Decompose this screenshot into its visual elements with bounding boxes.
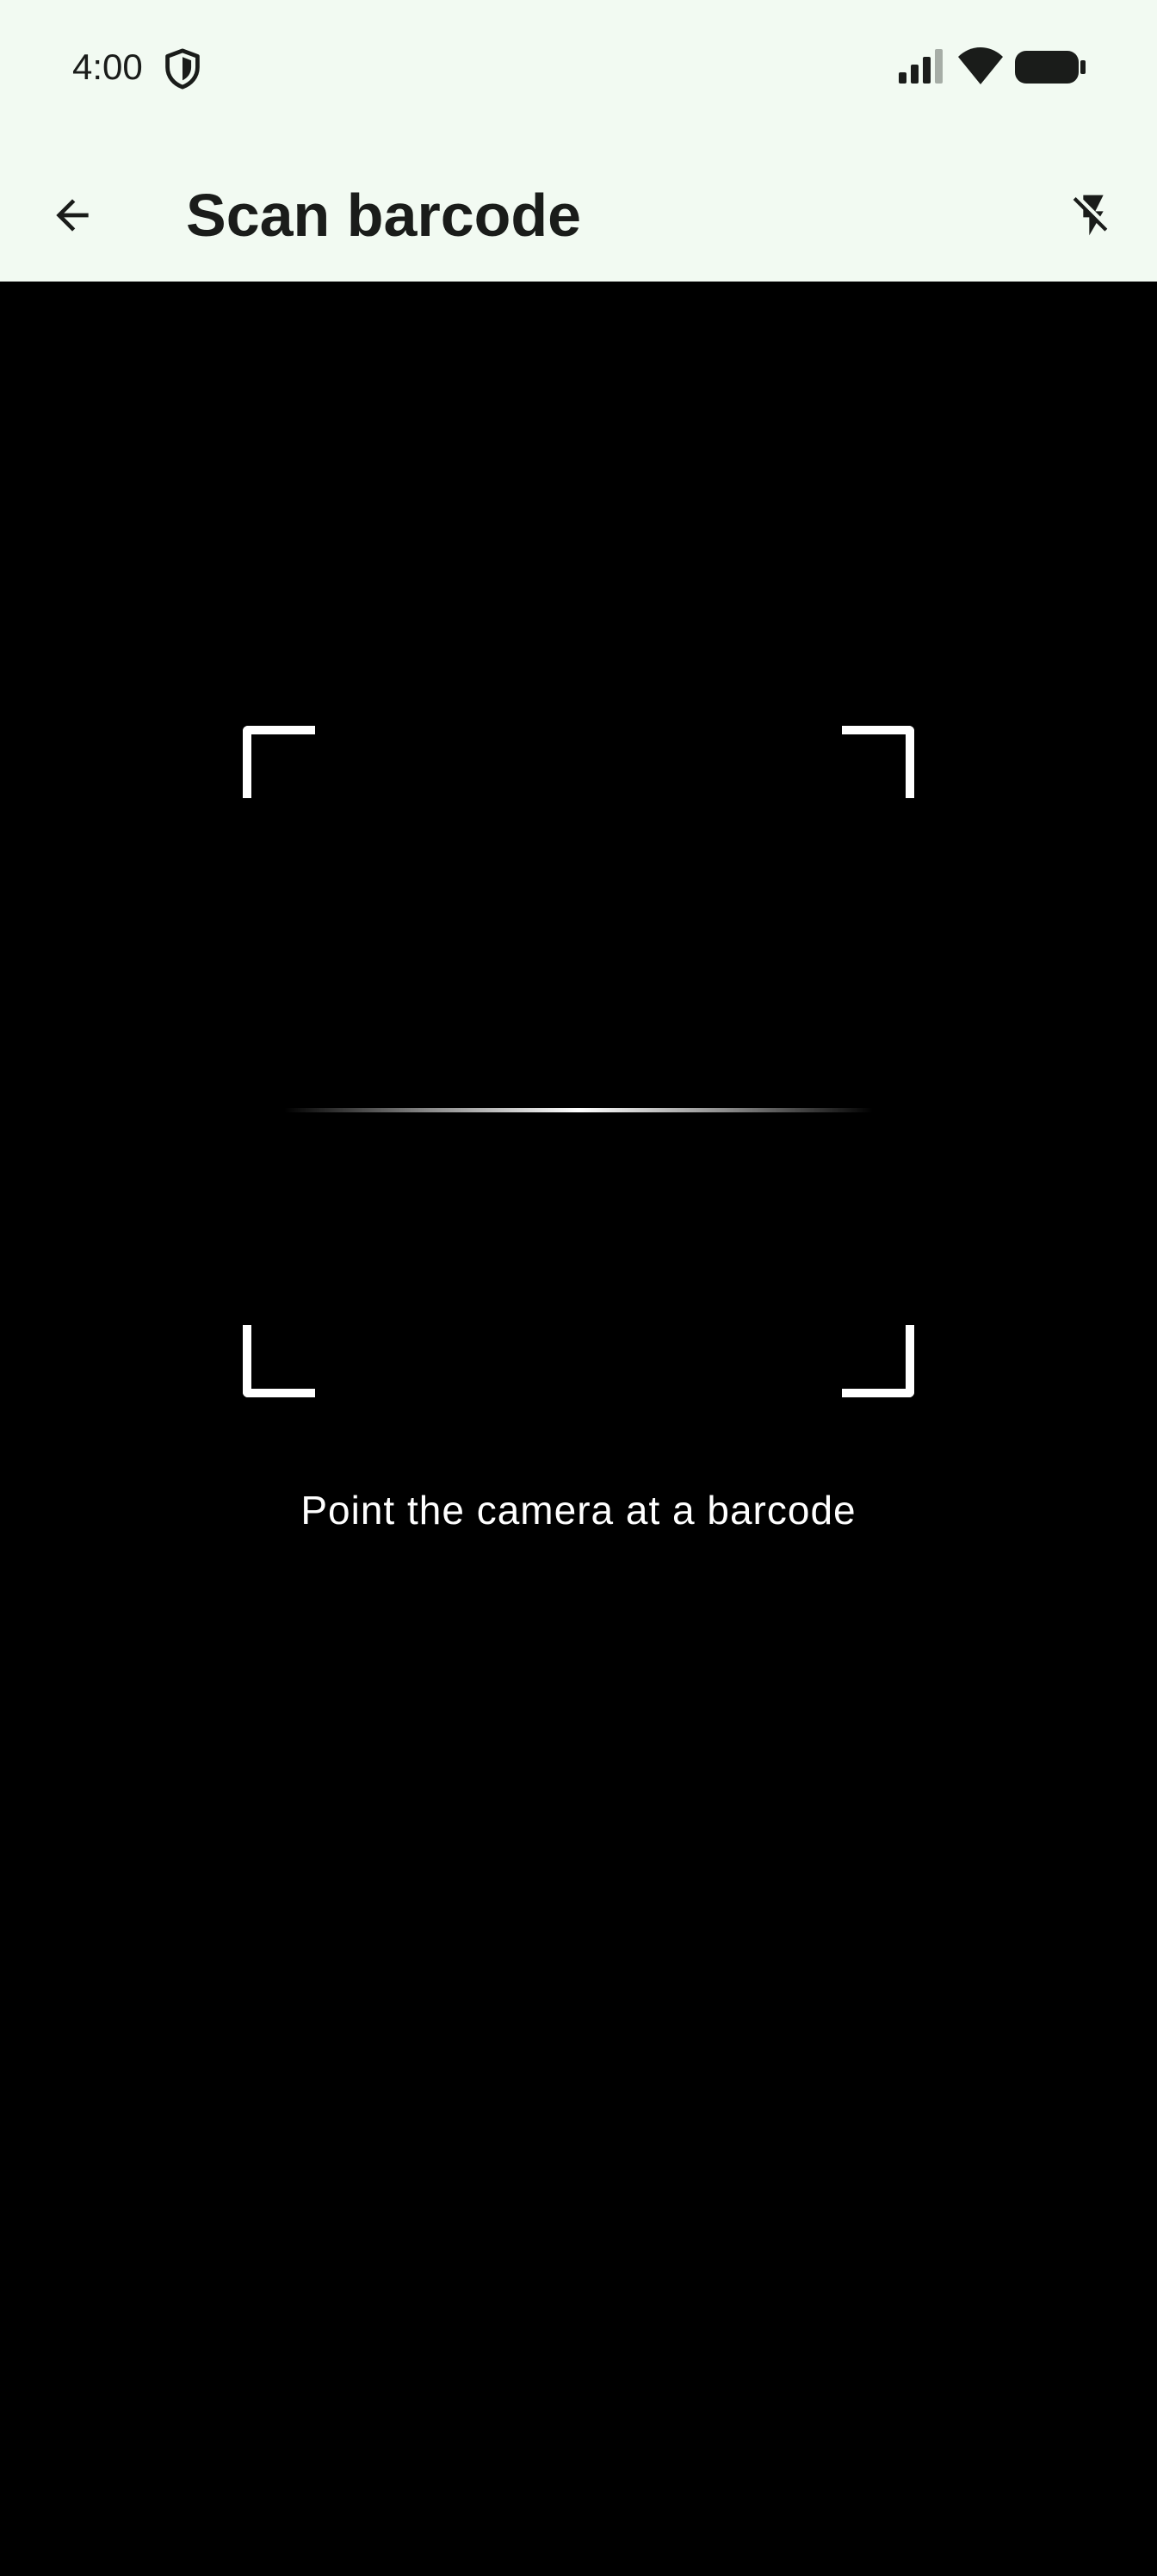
scan-hint: Point the camera at a barcode xyxy=(300,1488,857,1533)
cellular-signal-icon xyxy=(899,49,943,84)
camera-viewfinder[interactable] xyxy=(0,282,1157,2576)
status-bar: 4:00 xyxy=(0,0,1157,138)
shield-icon xyxy=(165,48,200,90)
app-bar: Scan barcode xyxy=(0,138,1157,282)
barcode-scanner-screen: 4:00 Scan barcode Point the camera at a … xyxy=(0,0,1157,2576)
status-time: 4:00 xyxy=(72,46,143,87)
frame-corner-bottom-right xyxy=(842,1325,914,1397)
scan-line xyxy=(284,1108,873,1112)
frame-corner-top-left xyxy=(243,726,315,798)
flash-off-icon xyxy=(1073,195,1108,236)
scan-frame xyxy=(243,726,914,1397)
wifi-icon xyxy=(958,47,1003,84)
arrow-back-icon xyxy=(56,199,89,232)
frame-corner-bottom-left xyxy=(243,1325,315,1397)
top-bar: 4:00 Scan barcode xyxy=(0,0,1157,282)
battery-icon xyxy=(1015,51,1086,84)
page-title: Scan barcode xyxy=(186,182,582,249)
frame-corner-top-right xyxy=(842,726,914,798)
back-button[interactable] xyxy=(31,174,114,257)
flash-toggle-button[interactable] xyxy=(1052,174,1135,257)
